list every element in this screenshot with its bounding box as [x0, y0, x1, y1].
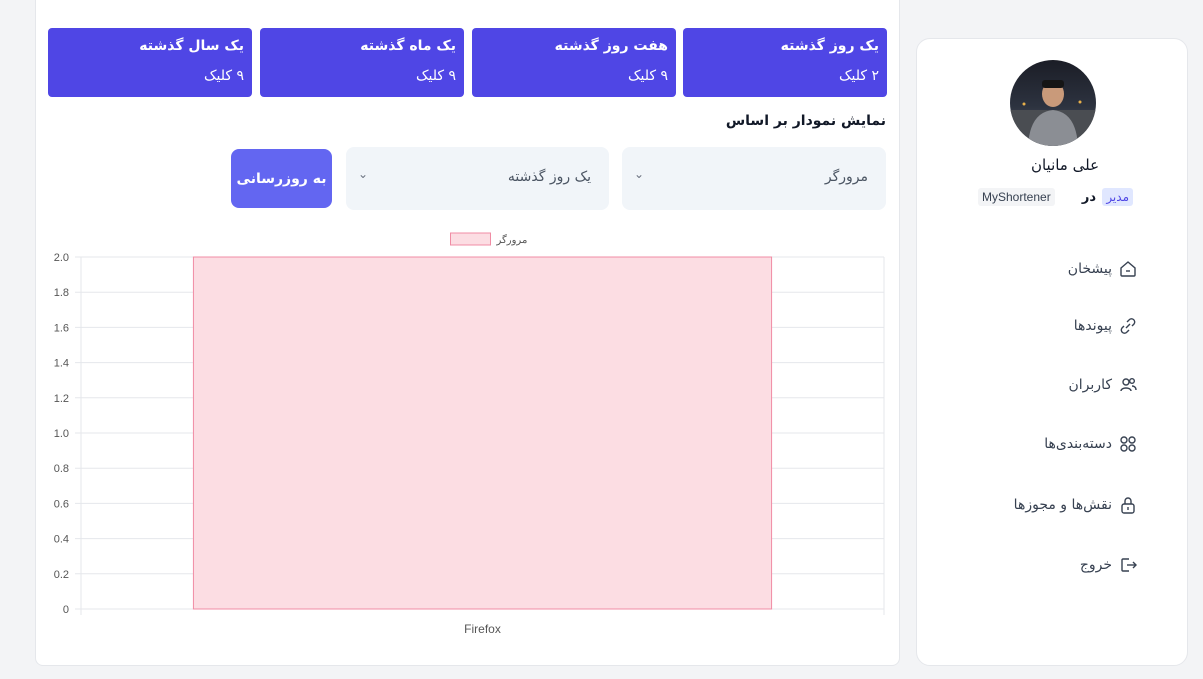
bar-firefox — [192, 256, 773, 610]
categories-icon — [1120, 436, 1136, 452]
legend-swatch — [450, 232, 491, 246]
y-tick-label: 0.6 — [54, 498, 69, 510]
chevron-down-icon: ⌄ — [358, 167, 369, 181]
period-select[interactable]: یک روز گذشته ⌄ — [346, 147, 609, 210]
sidebar-item-label: کاربران — [1068, 377, 1112, 393]
sidebar-item-logout[interactable]: خروج — [1080, 552, 1138, 578]
link-icon — [1120, 318, 1136, 334]
x-tick-label: Firefox — [464, 622, 501, 636]
stat-title: یک ماه گذشته — [360, 38, 456, 54]
update-button[interactable]: به روزرسانی — [231, 149, 332, 208]
chart-filter-heading: نمایش نمودار بر اساس — [725, 113, 886, 129]
stat-card-month: یک ماه گذشته ۹ کلیک — [260, 28, 464, 97]
y-tick-label: 0.4 — [54, 534, 69, 546]
y-tick-label: 1.4 — [54, 358, 69, 370]
sidebar-item-dashboard[interactable]: پیشخان — [1068, 256, 1138, 282]
role-connector: در — [1081, 190, 1096, 205]
y-tick-label: 0.2 — [54, 569, 69, 581]
stat-value: ۹ کلیک — [627, 68, 668, 84]
sidebar-item-label: پیوندها — [1073, 318, 1112, 334]
y-tick-label: 1.6 — [54, 322, 69, 334]
y-tick-label: 1.2 — [54, 393, 69, 405]
legend-label: مرورگر — [496, 234, 528, 246]
lock-icon — [1121, 497, 1135, 514]
stat-value: ۲ کلیک — [838, 68, 879, 84]
sidebar-item-label: پیشخان — [1067, 261, 1112, 277]
stat-title: هفت روز گذشته — [554, 38, 668, 54]
users-icon — [1120, 378, 1137, 392]
org-badge: MyShortener — [978, 188, 1055, 206]
user-name: علی مانیان — [1030, 156, 1100, 174]
dashboard-icon — [1120, 261, 1136, 277]
stat-title: یک روز گذشته — [780, 38, 879, 54]
logout-icon — [1121, 558, 1137, 572]
sidebar-item-label: دسته‌بندی‌ها — [1044, 436, 1112, 452]
y-tick-label: 0.8 — [54, 463, 69, 475]
chart-type-value: مرورگر — [824, 169, 868, 185]
stat-value: ۹ کلیک — [415, 68, 456, 84]
y-tick-label: 0 — [63, 604, 69, 616]
y-tick-label: 1.0 — [54, 428, 69, 440]
stat-card-year: یک سال گذشته ۹ کلیک — [48, 28, 252, 97]
role-badge: مدیر — [1102, 188, 1133, 206]
sidebar-item-links[interactable]: پیوندها — [1074, 313, 1138, 339]
stat-title: یک سال گذشته — [139, 38, 244, 54]
stat-value: ۹ کلیک — [203, 68, 244, 84]
user-role-line: مدیر در MyShortener — [978, 186, 1133, 210]
sidebar-item-label: نقش‌ها و مجوزها — [1013, 497, 1112, 513]
chevron-down-icon: ⌄ — [634, 167, 645, 181]
y-tick-label: 2.0 — [54, 252, 69, 264]
avatar — [1010, 60, 1096, 146]
browser-bar-chart: 00.20.40.60.81.01.21.41.61.82.0 Firefox … — [54, 232, 885, 636]
period-value: یک روز گذشته — [507, 169, 591, 185]
sidebar-item-categories[interactable]: دسته‌بندی‌ها — [1044, 431, 1138, 457]
stat-card-week: هفت روز گذشته ۹ کلیک — [472, 28, 676, 97]
y-tick-label: 1.8 — [54, 287, 69, 299]
sidebar-item-label: خروج — [1079, 557, 1112, 573]
chart-type-select[interactable]: مرورگر ⌄ — [622, 147, 886, 210]
sidebar-item-roles[interactable]: نقش‌ها و مجوزها — [1014, 492, 1138, 518]
sidebar-item-users[interactable]: کاربران — [1069, 372, 1138, 398]
stat-card-day: یک روز گذشته ۲ کلیک — [683, 28, 887, 97]
